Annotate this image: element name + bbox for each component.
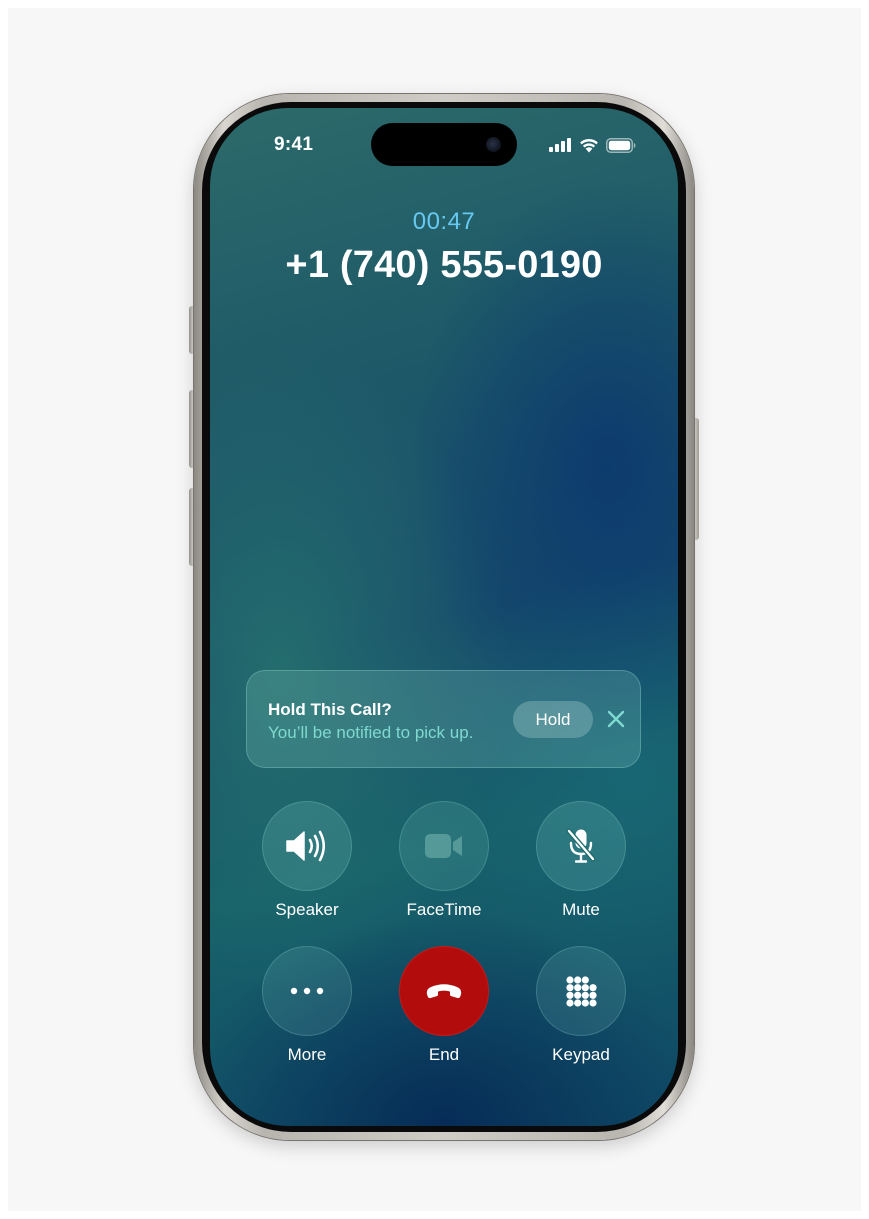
end-label: End: [428, 1045, 460, 1064]
mute-label: Mute: [562, 900, 600, 919]
hold-banner-title: Hold This Call?: [268, 700, 392, 719]
keypad-label: Keypad: [552, 1045, 610, 1064]
facetime-button[interactable]: [399, 801, 489, 891]
status-bar: 9:41: [210, 108, 678, 188]
wifi-icon: [580, 138, 598, 152]
keypad-control: Keypad: [535, 946, 627, 1065]
keypad-button[interactable]: [536, 946, 626, 1036]
speaker-label: Speaker: [275, 900, 339, 919]
hold-button[interactable]: Hold: [513, 701, 593, 738]
caller-number: +1 (740) 555-0190: [285, 244, 603, 286]
close-icon[interactable]: [606, 709, 626, 729]
end-call-button[interactable]: [399, 946, 489, 1036]
hold-banner-subtitle: You’ll be notified to pick up.: [268, 723, 474, 742]
more-label: More: [287, 1045, 327, 1064]
dynamic-island: [371, 123, 517, 166]
keypad-icon: [566, 976, 597, 1007]
status-icons: [549, 135, 636, 155]
call-screen: 9:41 00:47 +1 (740) 555-0190 Hold This C…: [210, 108, 678, 1126]
call-timer: 00:47: [412, 208, 476, 235]
microphone-slash-icon: [566, 828, 596, 863]
speaker-icon: [286, 830, 326, 862]
phone-hangup-icon: [426, 984, 462, 999]
ellipsis-icon: [290, 987, 324, 995]
speaker-button[interactable]: [262, 801, 352, 891]
more-button[interactable]: [262, 946, 352, 1036]
status-time: 9:41: [274, 134, 314, 155]
video-camera-icon: [425, 834, 462, 858]
hold-call-banner: Hold This Call? You’ll be notified to pi…: [246, 670, 641, 768]
speaker-control: Speaker: [261, 801, 353, 920]
facetime-control: FaceTime: [398, 801, 490, 920]
end-control: End: [398, 946, 490, 1065]
front-camera-icon: [486, 137, 501, 152]
cellular-signal-icon: [549, 138, 571, 152]
call-header: 00:47 +1 (740) 555-0190: [210, 208, 678, 287]
mute-control: Mute: [535, 801, 627, 920]
battery-icon: [606, 137, 636, 153]
more-control: More: [261, 946, 353, 1065]
mute-button[interactable]: [536, 801, 626, 891]
facetime-label: FaceTime: [406, 900, 482, 919]
page: 9:41 00:47 +1 (740) 555-0190 Hold This C…: [0, 0, 869, 1219]
